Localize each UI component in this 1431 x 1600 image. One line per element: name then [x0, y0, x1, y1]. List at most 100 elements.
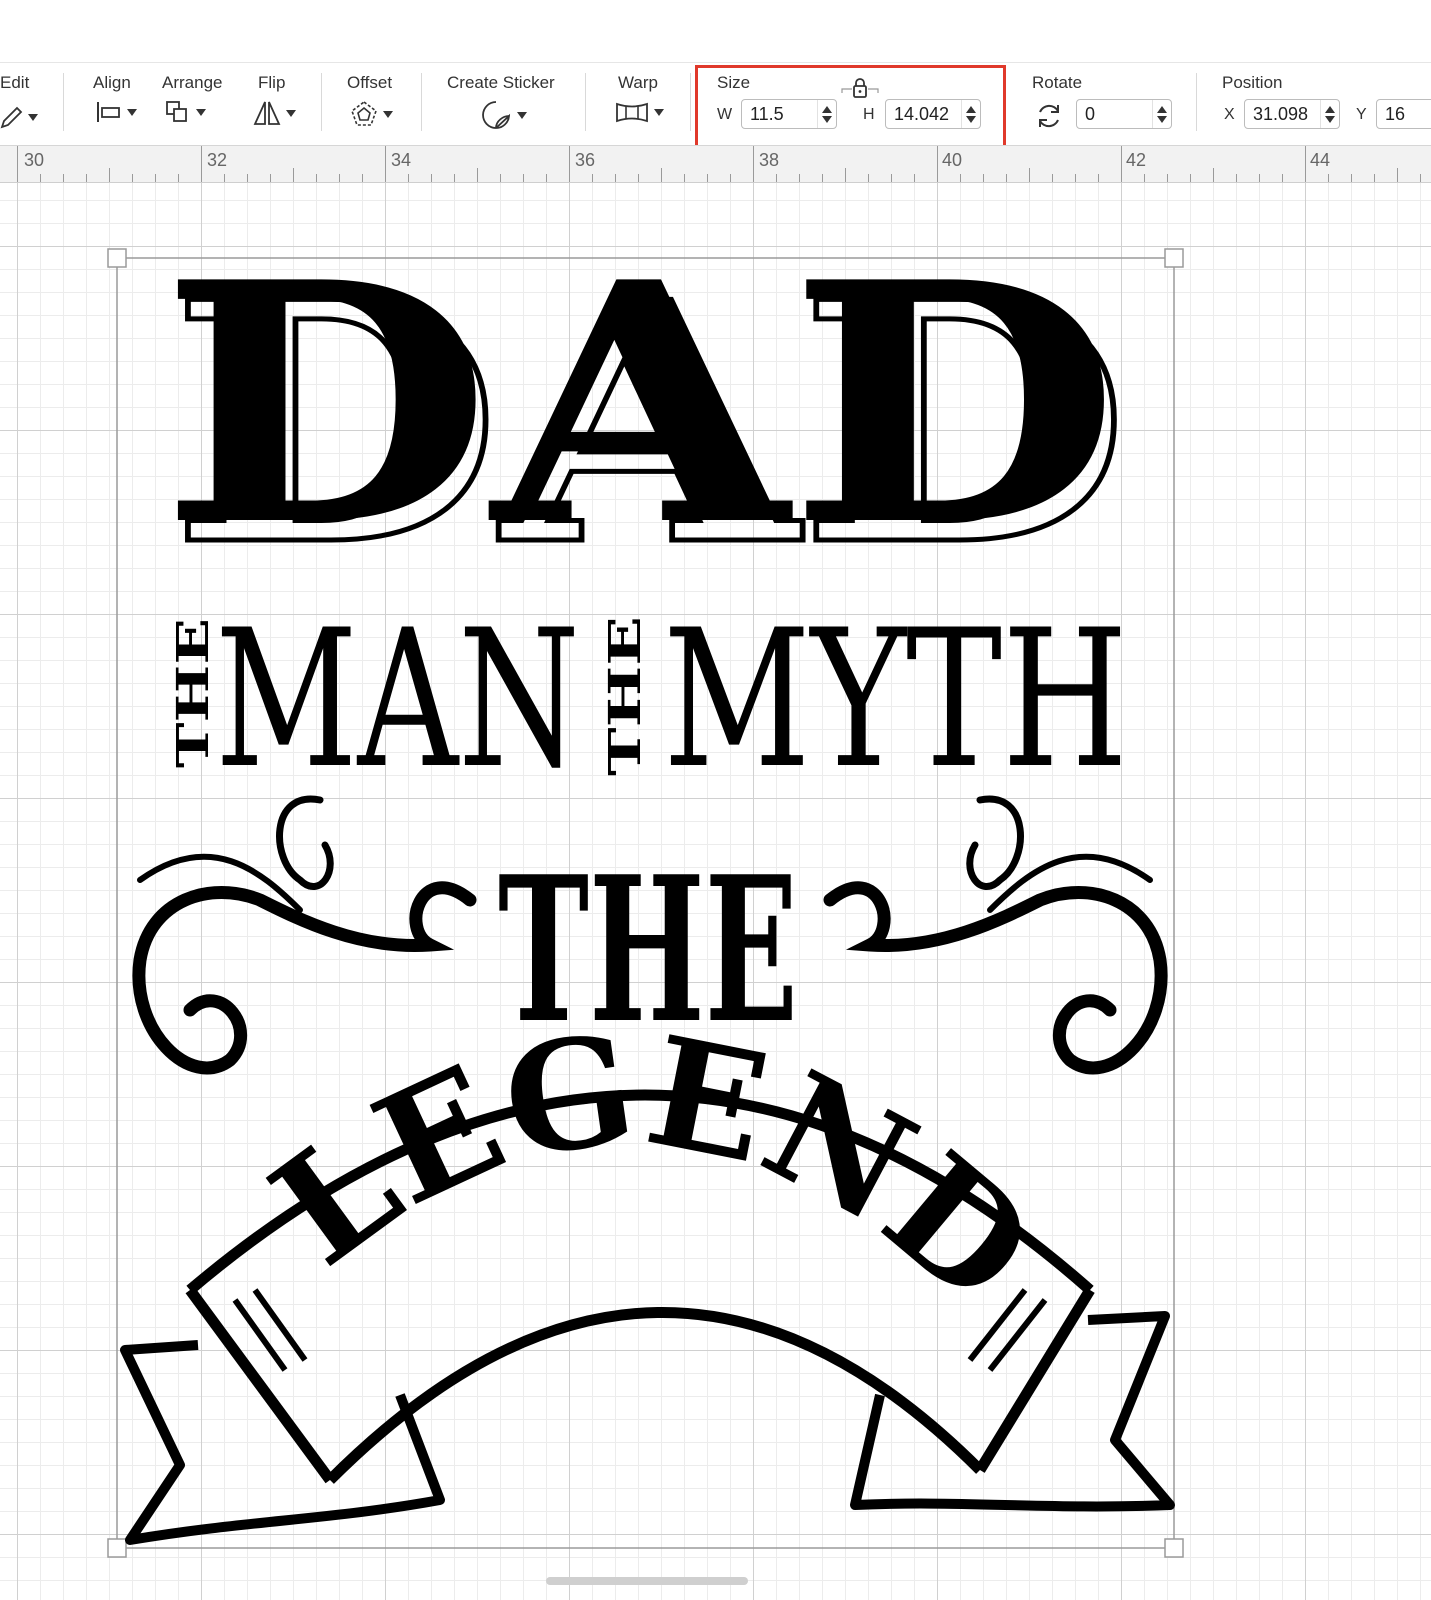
warp-label: Warp — [618, 73, 658, 92]
chevron-down-icon — [286, 109, 296, 117]
rotate-input[interactable]: 0 — [1076, 99, 1172, 129]
stepper-down-icon[interactable] — [966, 115, 976, 123]
position-group: Position X 31.098 Y 16 — [1222, 63, 1431, 145]
height-input[interactable]: 14.042 — [885, 99, 981, 129]
rotate-icon[interactable] — [1034, 101, 1064, 131]
position-y-input[interactable]: 16 — [1376, 99, 1431, 129]
width-value: 11.5 — [750, 103, 784, 124]
arrange-label: Arrange — [162, 73, 223, 92]
width-label: W — [717, 106, 733, 123]
divider — [585, 73, 586, 131]
position-x-input[interactable]: 31.098 — [1244, 99, 1340, 129]
myth-text: MYTH — [663, 589, 1128, 810]
position-x-stepper[interactable] — [1320, 100, 1339, 128]
create-sticker-label: Create Sticker — [447, 73, 555, 92]
align-label: Align — [93, 73, 131, 92]
arrange-dropdown[interactable] — [164, 99, 206, 125]
left-flourish — [132, 795, 477, 1075]
lock-icon[interactable] — [840, 77, 880, 101]
design-artwork[interactable]: DAD DAD THE MAN THE MYTH THE LEGEND — [0, 183, 1431, 1600]
size-group: Size W 11.5 H 14.042 — [698, 63, 1006, 145]
edit-group: Edit — [0, 63, 60, 145]
horizontal-ruler: 30 32 34 36 38 40 42 44 — [0, 146, 1431, 183]
man-text: MAN — [215, 589, 580, 810]
width-stepper[interactable] — [817, 100, 836, 128]
ruler-label: 30 — [24, 150, 45, 170]
position-x-value: 31.098 — [1253, 103, 1309, 124]
flip-group: Flip — [252, 63, 302, 145]
divider — [321, 73, 322, 131]
arrange-group: Arrange — [162, 63, 232, 145]
stepper-up-icon[interactable] — [966, 105, 976, 113]
stepper-up-icon[interactable] — [1157, 105, 1167, 113]
the-vertical-text: THE — [168, 618, 219, 768]
height-label: H — [863, 106, 875, 123]
ruler-label: 34 — [391, 150, 412, 170]
ruler-label: 36 — [575, 150, 596, 170]
the-vertical-text: THE — [600, 616, 651, 776]
divider — [63, 73, 64, 131]
resize-handle[interactable] — [107, 1538, 127, 1558]
rotate-stepper[interactable] — [1152, 100, 1171, 128]
chevron-down-icon — [127, 108, 137, 116]
horizontal-scrollbar[interactable] — [546, 1577, 748, 1585]
resize-handle[interactable] — [107, 248, 127, 268]
create-sticker-button[interactable] — [479, 99, 527, 131]
chevron-down-icon — [383, 110, 393, 118]
rotate-value: 0 — [1085, 103, 1096, 124]
ruler-label: 38 — [759, 150, 780, 170]
size-label: Size — [717, 73, 751, 92]
warp-dropdown[interactable] — [614, 99, 664, 125]
flip-dropdown[interactable] — [252, 99, 296, 127]
chevron-down-icon — [654, 108, 664, 116]
align-left-icon — [97, 102, 120, 122]
create-sticker-group: Create Sticker — [447, 63, 567, 145]
stepper-down-icon[interactable] — [822, 115, 832, 123]
design-canvas[interactable]: DAD DAD THE MAN THE MYTH THE LEGEND — [0, 183, 1431, 1600]
ruler-label: 44 — [1310, 150, 1331, 170]
resize-handle[interactable] — [1164, 1538, 1184, 1558]
position-x-label: X — [1224, 106, 1235, 123]
resize-handle[interactable] — [1164, 248, 1184, 268]
stepper-up-icon[interactable] — [822, 105, 832, 113]
height-value: 14.042 — [894, 103, 950, 124]
rotate-label: Rotate — [1032, 73, 1083, 92]
flip-label: Flip — [258, 73, 286, 92]
ruler-label: 42 — [1126, 150, 1147, 170]
edit-label: Edit — [0, 73, 30, 92]
chevron-down-icon — [196, 108, 206, 116]
stepper-down-icon[interactable] — [1325, 115, 1335, 123]
align-dropdown[interactable] — [95, 99, 137, 125]
stepper-up-icon[interactable] — [1325, 105, 1335, 113]
divider — [1196, 73, 1197, 131]
position-y-value: 16 — [1385, 103, 1406, 124]
offset-group: Offset — [347, 63, 407, 145]
edit-dropdown[interactable] — [0, 105, 38, 129]
offset-icon — [351, 101, 377, 126]
offset-button[interactable] — [349, 99, 393, 129]
stepper-down-icon[interactable] — [1157, 115, 1167, 123]
position-y-label: Y — [1356, 106, 1367, 123]
pencil-icon — [0, 106, 23, 129]
dad-heading: DAD DAD — [160, 210, 1133, 621]
arrange-icon — [166, 101, 187, 122]
offset-label: Offset — [347, 73, 393, 92]
sticker-icon — [482, 101, 511, 129]
dad-text: DAD — [160, 210, 1120, 598]
height-stepper[interactable] — [961, 100, 980, 128]
warp-group: Warp — [612, 63, 672, 145]
rotate-group: Rotate 0 — [1032, 63, 1182, 145]
ruler-label: 32 — [207, 150, 228, 170]
ruler-label: 40 — [942, 150, 963, 170]
chevron-down-icon — [28, 113, 38, 121]
align-group: Align — [93, 63, 143, 145]
width-input[interactable]: 11.5 — [741, 99, 837, 129]
right-flourish — [823, 795, 1168, 1075]
man-myth-line: THE MAN THE MYTH — [168, 589, 1128, 810]
top-bar — [0, 0, 1431, 63]
divider — [421, 73, 422, 131]
position-label: Position — [1222, 73, 1283, 92]
flip-icon — [253, 101, 281, 125]
edit-toolbar: Edit Align Arrange Flip Offset Create St… — [0, 63, 1431, 146]
warp-icon — [616, 102, 648, 123]
